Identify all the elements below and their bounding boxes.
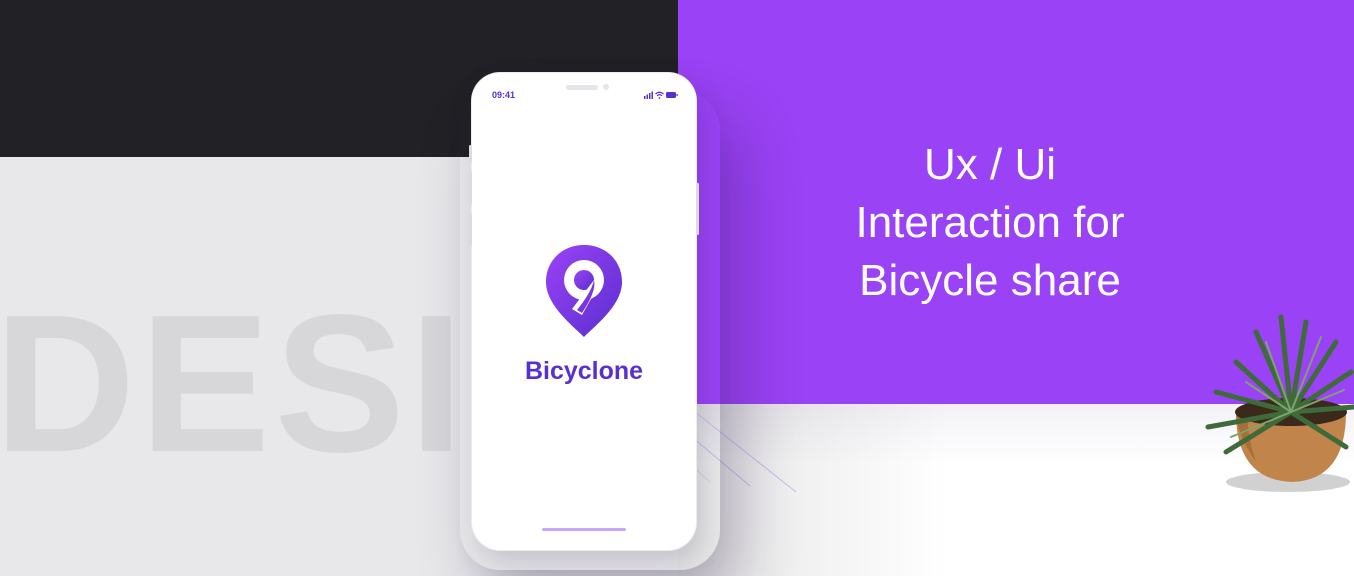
phone-mockup: 09:41 Bicyclone: [469, 73, 699, 550]
status-time: 09:41: [492, 90, 516, 100]
location-pin-icon: [546, 245, 622, 337]
potted-plant: [1205, 314, 1354, 492]
signal-icon: [644, 91, 653, 99]
phone-side-button: [469, 213, 472, 247]
phone-side-button: [469, 171, 472, 205]
headline: Ux / Ui Interaction for Bicycle share: [790, 136, 1190, 310]
phone-camera: [603, 84, 609, 90]
battery-icon: [666, 92, 678, 98]
phone-speaker: [566, 85, 598, 90]
app-name: Bicyclone: [524, 357, 644, 385]
design-watermark: DESIGN: [0, 286, 484, 482]
status-icons: [644, 91, 678, 99]
phone-side-button: [469, 145, 472, 163]
headline-line-3: Bicycle share: [859, 256, 1121, 305]
phone-side-button: [696, 183, 699, 235]
headline-line-2: Interaction for: [855, 198, 1125, 247]
headline-line-1: Ux / Ui: [924, 140, 1056, 189]
wifi-icon: [655, 91, 664, 99]
home-indicator[interactable]: [542, 528, 626, 531]
